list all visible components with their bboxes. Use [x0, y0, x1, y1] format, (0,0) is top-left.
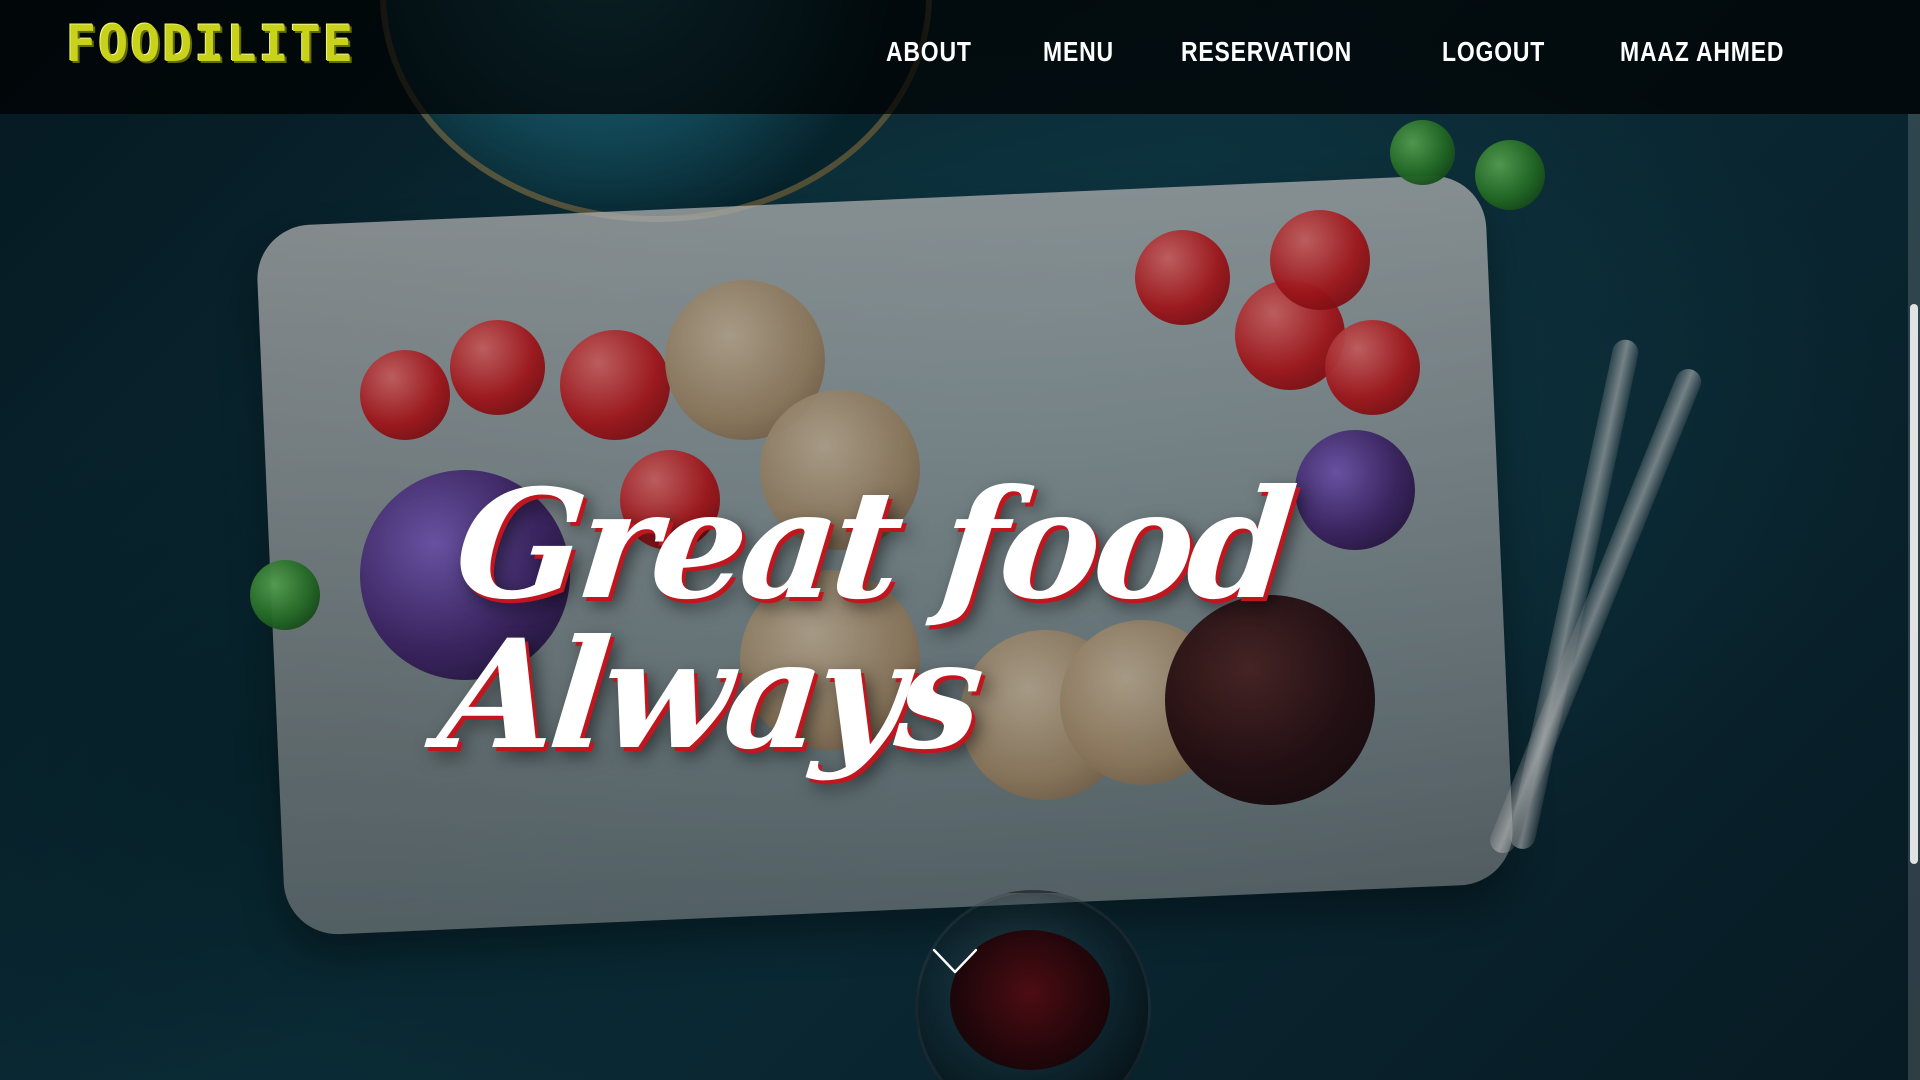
hero-headline: Great food Always — [432, 457, 1298, 783]
nav-user-name[interactable]: MAAZ AHMED — [1620, 28, 1784, 76]
page-scrollbar[interactable] — [1908, 114, 1920, 1080]
nav-link-menu[interactable]: MENU — [1043, 28, 1114, 76]
landing-page: FOODILITE ABOUT MENU RESERVATION LOGOUT … — [0, 0, 1920, 1080]
top-navigation-bar: FOODILITE ABOUT MENU RESERVATION LOGOUT … — [0, 0, 1920, 114]
scrollbar-thumb[interactable] — [1910, 304, 1918, 864]
brand-logo[interactable]: FOODILITE — [66, 15, 355, 73]
nav-link-about[interactable]: ABOUT — [886, 28, 972, 76]
main-nav: ABOUT MENU RESERVATION LOGOUT MAAZ AHMED — [886, 28, 1820, 76]
scroll-down-button[interactable] — [930, 944, 980, 978]
nav-link-logout[interactable]: LOGOUT — [1442, 28, 1545, 76]
chevron-down-icon — [932, 948, 978, 974]
nav-link-reservation[interactable]: RESERVATION — [1181, 28, 1352, 76]
